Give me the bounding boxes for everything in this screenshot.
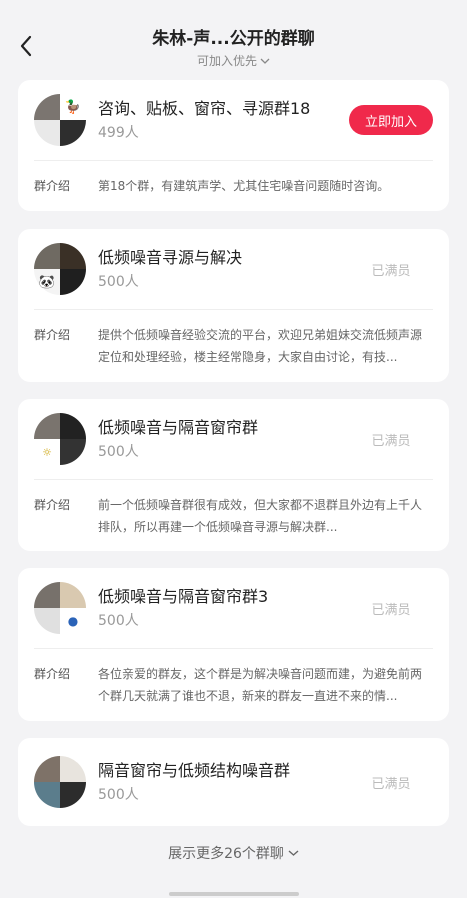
intro-text: 各位亲爱的群友，这个群是为解决噪音问题而建，为避免前两个群几天就满了谁也不退，新…	[98, 667, 423, 703]
group-name: 低频噪音与隔音窗帘群	[98, 418, 259, 437]
member-count: 500人	[98, 787, 139, 803]
intro-text: 第18个群，有建筑声学、尤其住宅噪音问题随时咨询。	[98, 179, 390, 193]
join-button[interactable]: 立即加入	[349, 105, 433, 135]
member-count: 500人	[98, 613, 139, 629]
group-name: 隔音窗帘与低频结构噪音群	[98, 761, 291, 780]
sort-dropdown[interactable]: 可加入优先	[197, 52, 270, 69]
intro-label: 群介绍	[34, 498, 71, 512]
show-more-label: 展示更多26个群聊	[168, 846, 284, 862]
group-avatar	[34, 756, 86, 808]
group-avatar: 🦆	[34, 94, 86, 146]
member-count: 500人	[98, 274, 139, 290]
top-bar: 朱林-声...公开的群聊 可加入优先	[0, 0, 467, 78]
group-avatar: 🐼	[34, 243, 86, 295]
group-card[interactable]: ● 低频噪音与隔音窗帘群3 500人 已满员 群介绍 各位亲爱的群友，这个群是为…	[18, 568, 449, 721]
group-avatar: ●	[34, 582, 86, 634]
full-status-label: 已满员	[371, 433, 411, 449]
group-card[interactable]: 隔音窗帘与低频结构噪音群 500人 已满员	[18, 738, 449, 826]
intro-label: 群介绍	[34, 179, 71, 193]
intro-label: 群介绍	[34, 328, 71, 342]
full-status-label: 已满员	[371, 602, 411, 618]
chevron-down-icon	[288, 850, 299, 856]
group-name: 咨询、贴板、窗帘、寻源群18	[98, 99, 311, 118]
full-status-label: 已满员	[371, 776, 411, 792]
member-count: 500人	[98, 444, 139, 460]
member-count: 499人	[98, 125, 139, 141]
intro-text: 前一个低频噪音群很有成效，但大家都不退群且外边有上千人排队，所以再建一个低频噪音…	[98, 498, 423, 534]
group-card[interactable]: 🐼 低频噪音寻源与解决 500人 已满员 群介绍 提供个低频噪音经验交流的平台，…	[18, 229, 449, 382]
page-title: 朱林-声...公开的群聊	[152, 29, 315, 49]
group-card[interactable]: 🦆 咨询、贴板、窗帘、寻源群18 499人 立即加入 群介绍 第18个群，有建筑…	[18, 80, 449, 211]
home-indicator	[168, 892, 299, 896]
group-name: 低频噪音寻源与解决	[98, 248, 243, 267]
show-more-button[interactable]: 展示更多26个群聊	[0, 843, 467, 863]
sort-label: 可加入优先	[196, 54, 257, 68]
group-name: 低频噪音与隔音窗帘群3	[98, 587, 269, 606]
intro-label: 群介绍	[34, 667, 71, 681]
full-status-label: 已满员	[371, 263, 411, 279]
group-avatar: ☼	[34, 413, 86, 465]
chevron-down-icon	[260, 58, 270, 64]
group-card[interactable]: ☼ 低频噪音与隔音窗帘群 500人 已满员 群介绍 前一个低频噪音群很有成效，但…	[18, 399, 449, 551]
intro-text: 提供个低频噪音经验交流的平台，欢迎兄弟姐妹交流低频声源定位和处理经验，楼主经常隐…	[98, 328, 423, 364]
